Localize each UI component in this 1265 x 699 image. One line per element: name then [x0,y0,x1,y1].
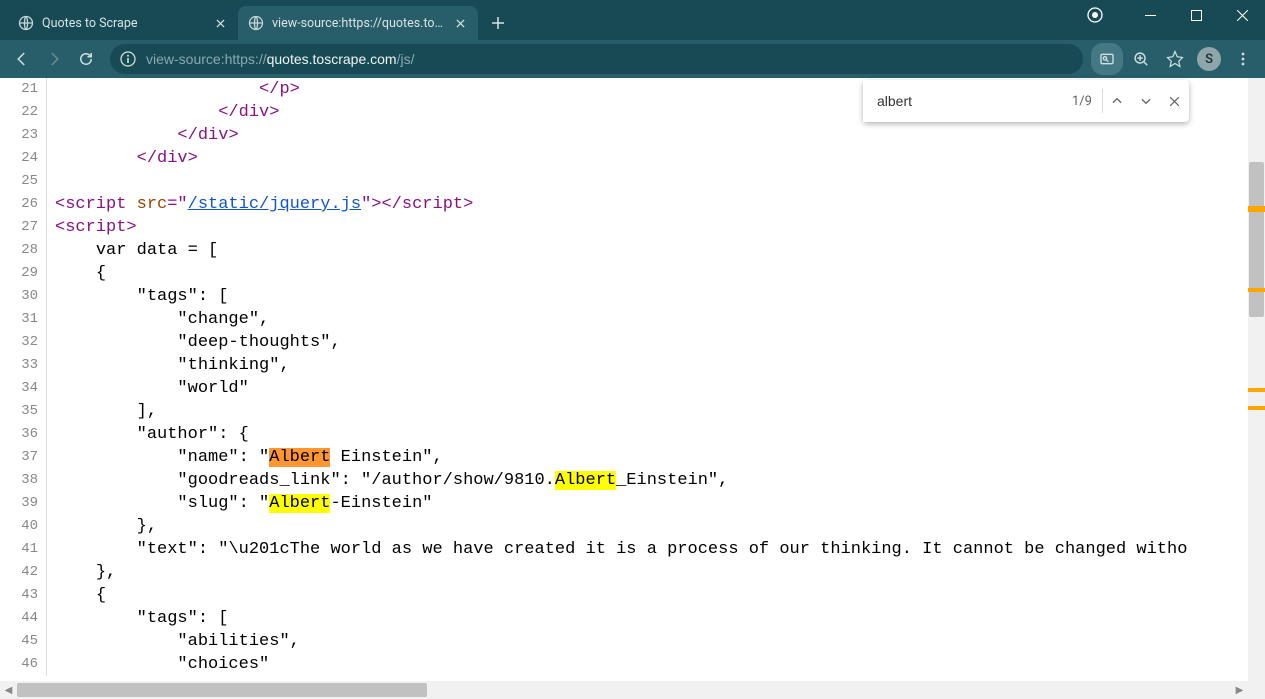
tab-title: Quotes to Scrape [42,16,206,31]
source-line[interactable]: <script> [55,216,1265,239]
source-line[interactable]: "tags": [ [55,607,1265,630]
scrollbar-match-marker [1248,288,1265,292]
window-controls [1087,0,1265,30]
browser-titlebar: Quotes to Scrape view-source:https://quo… [0,0,1265,40]
source-line[interactable]: }, [55,515,1265,538]
globe-icon [248,15,264,31]
tab-close-button[interactable] [212,15,228,31]
source-line[interactable]: "abilities", [55,630,1265,653]
vertical-scrollbar[interactable] [1248,78,1265,681]
search-image-icon[interactable] [1091,43,1123,75]
source-line[interactable]: "text": "\u201cThe world as we have crea… [55,538,1265,561]
source-code[interactable]: </p> </div> </div> </div><script src="/s… [47,78,1265,676]
line-number-gutter: 2122232425262728293031323334353637383940… [0,78,47,676]
back-button[interactable] [6,43,38,75]
source-line[interactable]: { [55,262,1265,285]
bookmark-star-icon[interactable] [1159,43,1191,75]
source-line[interactable]: { [55,584,1265,607]
scrollbar-match-marker [1248,406,1265,410]
scrollbar-corner [1248,681,1265,699]
find-close-button[interactable] [1160,80,1189,122]
source-line[interactable]: "tags": [ [55,285,1265,308]
source-line[interactable]: "choices" [55,653,1265,676]
new-tab-button[interactable] [484,9,512,37]
toolbar-actions: S [1091,43,1259,75]
horizontal-scrollbar[interactable]: ◀ ▶ [0,681,1248,699]
horizontal-scrollbar-thumb[interactable] [17,683,427,697]
window-minimize-button[interactable] [1127,0,1173,30]
scrollbar-match-marker [1248,388,1265,392]
source-line[interactable]: }, [55,561,1265,584]
reload-button[interactable] [70,43,102,75]
source-line[interactable]: <script src="/static/jquery.js"></script… [55,193,1265,216]
find-input[interactable] [863,80,1072,122]
browser-toolbar: view-source:https://quotes.toscrape.com/… [0,40,1265,78]
source-line[interactable]: </div> [55,147,1265,170]
tab-close-button[interactable] [452,15,468,31]
source-line[interactable]: "world" [55,377,1265,400]
source-line[interactable]: "thinking", [55,354,1265,377]
scroll-left-arrow[interactable]: ◀ [0,681,17,699]
source-line[interactable]: "author": { [55,423,1265,446]
find-in-page-bar: 1/9 [863,80,1189,122]
scroll-right-arrow[interactable]: ▶ [1231,681,1248,699]
source-view[interactable]: 2122232425262728293031323334353637383940… [0,78,1265,676]
tab-inactive[interactable]: Quotes to Scrape [8,6,238,40]
source-line[interactable]: ], [55,400,1265,423]
globe-icon [18,15,34,31]
source-line[interactable]: "deep-thoughts", [55,331,1265,354]
source-line[interactable] [55,170,1265,193]
find-match-count: 1/9 [1072,94,1102,109]
vertical-scrollbar-thumb[interactable] [1249,162,1264,317]
account-indicator-icon[interactable] [1087,7,1103,23]
page-content: 2122232425262728293031323334353637383940… [0,78,1265,699]
source-line[interactable]: </div> [55,124,1265,147]
source-line[interactable]: "goodreads_link": "/author/show/9810.Alb… [55,469,1265,492]
find-prev-button[interactable] [1103,80,1132,122]
site-info-icon[interactable] [120,51,136,67]
zoom-icon[interactable] [1125,43,1157,75]
source-line[interactable]: var data = [ [55,239,1265,262]
source-line[interactable]: "slug": "Albert-Einstein" [55,492,1265,515]
window-close-button[interactable] [1219,0,1265,30]
address-bar[interactable]: view-source:https://quotes.toscrape.com/… [110,44,1083,74]
window-maximize-button[interactable] [1173,0,1219,30]
tab-active[interactable]: view-source:https://quotes.toscra [238,6,478,40]
url-text: view-source:https://quotes.toscrape.com/… [146,51,414,67]
scrollbar-match-marker [1248,208,1265,212]
find-next-button[interactable] [1132,80,1161,122]
source-line[interactable]: "name": "Albert Einstein", [55,446,1265,469]
profile-avatar[interactable]: S [1197,47,1221,71]
source-line[interactable]: "change", [55,308,1265,331]
forward-button[interactable] [38,43,70,75]
tab-title: view-source:https://quotes.toscra [272,16,446,31]
tab-strip: Quotes to Scrape view-source:https://quo… [0,6,512,40]
menu-kebab-icon[interactable] [1227,43,1259,75]
